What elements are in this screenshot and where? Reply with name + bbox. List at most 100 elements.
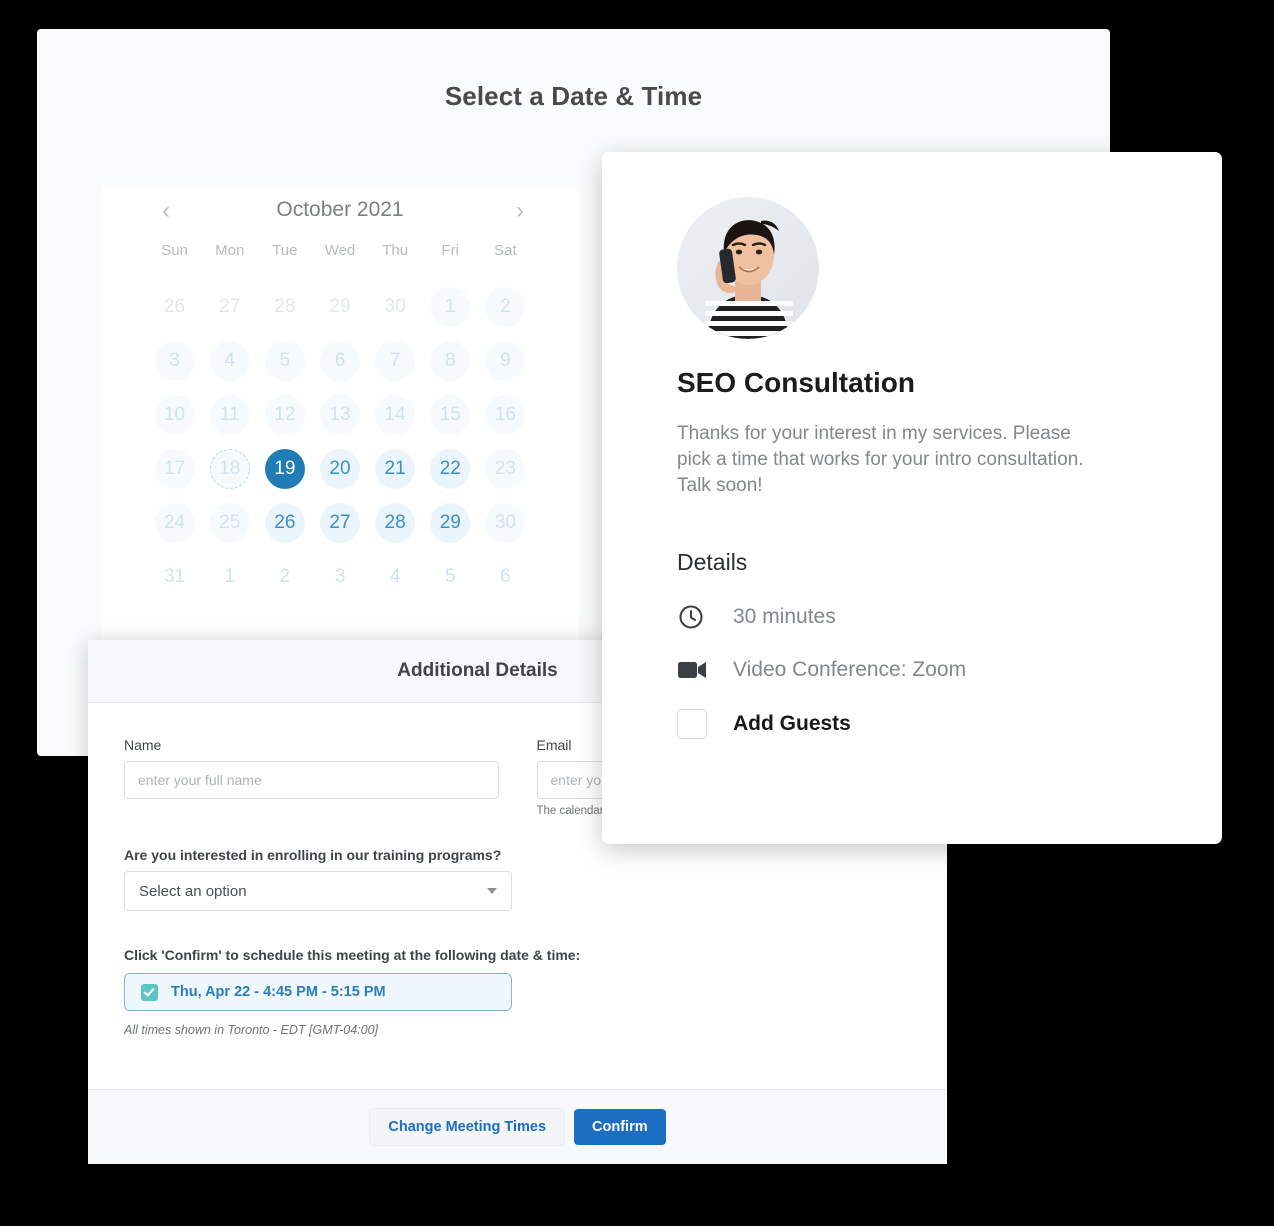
calendar-day-number: 1 bbox=[224, 566, 235, 587]
event-type-title: SEO Consultation bbox=[677, 367, 915, 398]
calendar-day-cell: 5 bbox=[257, 341, 312, 381]
calendar-day-number: 15 bbox=[430, 395, 471, 435]
location-text: Video Conference: Zoom bbox=[733, 658, 967, 681]
timezone-note: All times shown in Toronto - EDT [GMT-04… bbox=[124, 1023, 379, 1037]
calendar-day-number: 20 bbox=[319, 449, 360, 489]
calendar-day-number: 1 bbox=[430, 287, 471, 327]
calendar-day-cell[interactable]: 19 bbox=[257, 449, 312, 489]
calendar-day-cell: 30 bbox=[368, 287, 423, 327]
host-avatar bbox=[677, 197, 819, 339]
calendar-day-number: 4 bbox=[209, 341, 250, 381]
name-input[interactable]: enter your full name bbox=[124, 761, 499, 799]
calendar-weekday-wed: Wed bbox=[324, 242, 356, 259]
calendar-day-number: 7 bbox=[375, 341, 416, 381]
calendar-day-number: 25 bbox=[209, 503, 250, 543]
calendar-day-cell: 4 bbox=[202, 341, 257, 381]
calendar-day-cell: 14 bbox=[368, 395, 423, 435]
selected-time-slot-label: Thu, Apr 22 - 4:45 PM - 5:15 PM bbox=[171, 984, 386, 1000]
calendar-day-cell: 31 bbox=[147, 557, 202, 597]
calendar-day-cell: 6 bbox=[478, 557, 533, 597]
calendar-day-number: 8 bbox=[430, 341, 471, 381]
calendar-day-cell: 27 bbox=[202, 287, 257, 327]
calendar-day-number: 10 bbox=[154, 395, 195, 435]
calendar-day-cell[interactable]: 27 bbox=[312, 503, 367, 543]
add-guests-label: Add Guests bbox=[733, 712, 851, 735]
calendar-day-number: 9 bbox=[485, 341, 526, 381]
calendar-day-cell[interactable]: 21 bbox=[368, 449, 423, 489]
calendar-day-number: 4 bbox=[389, 566, 401, 587]
calendar-day-number: 30 bbox=[485, 503, 526, 543]
calendar-day-cell[interactable]: 20 bbox=[312, 449, 367, 489]
calendar-day-number: 13 bbox=[319, 395, 360, 435]
calendar-day-number: 11 bbox=[209, 395, 250, 435]
calendar-day-cell: 2 bbox=[257, 557, 312, 597]
calendar-day-number: 19 bbox=[264, 449, 305, 489]
checkmark-icon bbox=[141, 983, 158, 1001]
calendar-day-cell: 28 bbox=[257, 287, 312, 327]
change-meeting-times-button[interactable]: Change Meeting Times bbox=[369, 1108, 566, 1146]
calendar-day-cell: 6 bbox=[312, 341, 367, 381]
calendar-day-number: 6 bbox=[500, 566, 511, 587]
clock-icon bbox=[677, 603, 713, 631]
calendar-day-cell: 9 bbox=[478, 341, 533, 381]
checkbox-empty-icon[interactable] bbox=[677, 709, 713, 739]
calendar-day-number: 24 bbox=[154, 503, 195, 543]
calendar-day-cell[interactable]: 26 bbox=[257, 503, 312, 543]
calendar-day-number: 29 bbox=[430, 503, 471, 543]
calendar-day-number: 2 bbox=[279, 566, 291, 587]
training-question-select[interactable]: Select an option bbox=[124, 871, 512, 911]
name-label: Name bbox=[124, 737, 162, 753]
calendar-day-cell: 2 bbox=[478, 287, 533, 327]
calendar-day-number: 6 bbox=[319, 341, 360, 381]
calendar-day-cell[interactable]: 29 bbox=[423, 503, 478, 543]
event-type-description: Thanks for your interest in my services.… bbox=[677, 423, 1084, 496]
selected-time-slot[interactable]: Thu, Apr 22 - 4:45 PM - 5:15 PM bbox=[124, 973, 512, 1011]
calendar-day-number: 27 bbox=[319, 503, 360, 543]
calendar-day-cell: 8 bbox=[423, 341, 478, 381]
chevron-right-icon[interactable]: › bbox=[503, 194, 537, 228]
calendar-day-cell[interactable]: 28 bbox=[368, 503, 423, 543]
details-heading: Details bbox=[677, 549, 748, 575]
calendar-day-cell: 1 bbox=[423, 287, 478, 327]
calendar-day-number: 31 bbox=[163, 566, 186, 587]
calendar-day-cell: 17 bbox=[147, 449, 202, 489]
calendar-day-number: 30 bbox=[384, 296, 406, 317]
calendar-day-number: 28 bbox=[274, 296, 296, 317]
confirm-button[interactable]: Confirm bbox=[574, 1109, 666, 1145]
calendar-day-number: 14 bbox=[375, 395, 416, 435]
calendar-day-number: 27 bbox=[219, 296, 241, 317]
calendar-day-number: 26 bbox=[264, 503, 305, 543]
calendar-day-number: 5 bbox=[444, 566, 456, 587]
calendar-day-cell: 13 bbox=[312, 395, 367, 435]
event-type-card-inner: SEO Consultation Thanks for your interes… bbox=[602, 152, 1222, 739]
calendar-day-number: 5 bbox=[264, 341, 305, 381]
calendar-weekday-fri: Fri bbox=[441, 242, 460, 259]
calendar-day-number: 21 bbox=[375, 449, 416, 489]
calendar-day-cell: 25 bbox=[202, 503, 257, 543]
detail-row-location: Video Conference: Zoom bbox=[677, 658, 1222, 682]
host-avatar-photo bbox=[677, 197, 819, 339]
training-question-selected-value: Select an option bbox=[139, 882, 247, 900]
calendar-grid: Sun Mon Tue Wed Thu Fri Sat 26 27 28 29 30 1 2 3 4 5 6 7 8 9… bbox=[101, 242, 579, 597]
calendar-day-cell: 1 bbox=[202, 557, 257, 597]
calendar-day-cell: 16 bbox=[478, 395, 533, 435]
calendar-day-number: 3 bbox=[154, 341, 195, 381]
detail-row-add-guests[interactable]: Add Guests bbox=[677, 709, 1222, 739]
calendar-day-cell: 3 bbox=[312, 557, 367, 597]
calendar-day-cell[interactable]: 18 bbox=[202, 449, 257, 489]
calendar-day-cell: 10 bbox=[147, 395, 202, 435]
calendar-day-number: 2 bbox=[485, 287, 526, 327]
calendar-weekday-sat: Sat bbox=[494, 242, 517, 259]
calendar-day-cell: 24 bbox=[147, 503, 202, 543]
duration-text: 30 minutes bbox=[733, 605, 836, 628]
confirm-prompt: Click 'Confirm' to schedule this meeting… bbox=[124, 947, 581, 963]
additional-details-title: Additional Details bbox=[397, 660, 558, 681]
calendar-day-cell: 15 bbox=[423, 395, 478, 435]
calendar-day-cell[interactable]: 22 bbox=[423, 449, 478, 489]
calendar-day-cell: 30 bbox=[478, 503, 533, 543]
calendar-day-number: 18 bbox=[209, 449, 250, 489]
calendar-day-cell: 4 bbox=[368, 557, 423, 597]
calendar-day-number: 12 bbox=[264, 395, 305, 435]
calendar-header: ‹ October 2021 › bbox=[101, 186, 579, 242]
event-type-card: SEO Consultation Thanks for your interes… bbox=[602, 152, 1222, 844]
